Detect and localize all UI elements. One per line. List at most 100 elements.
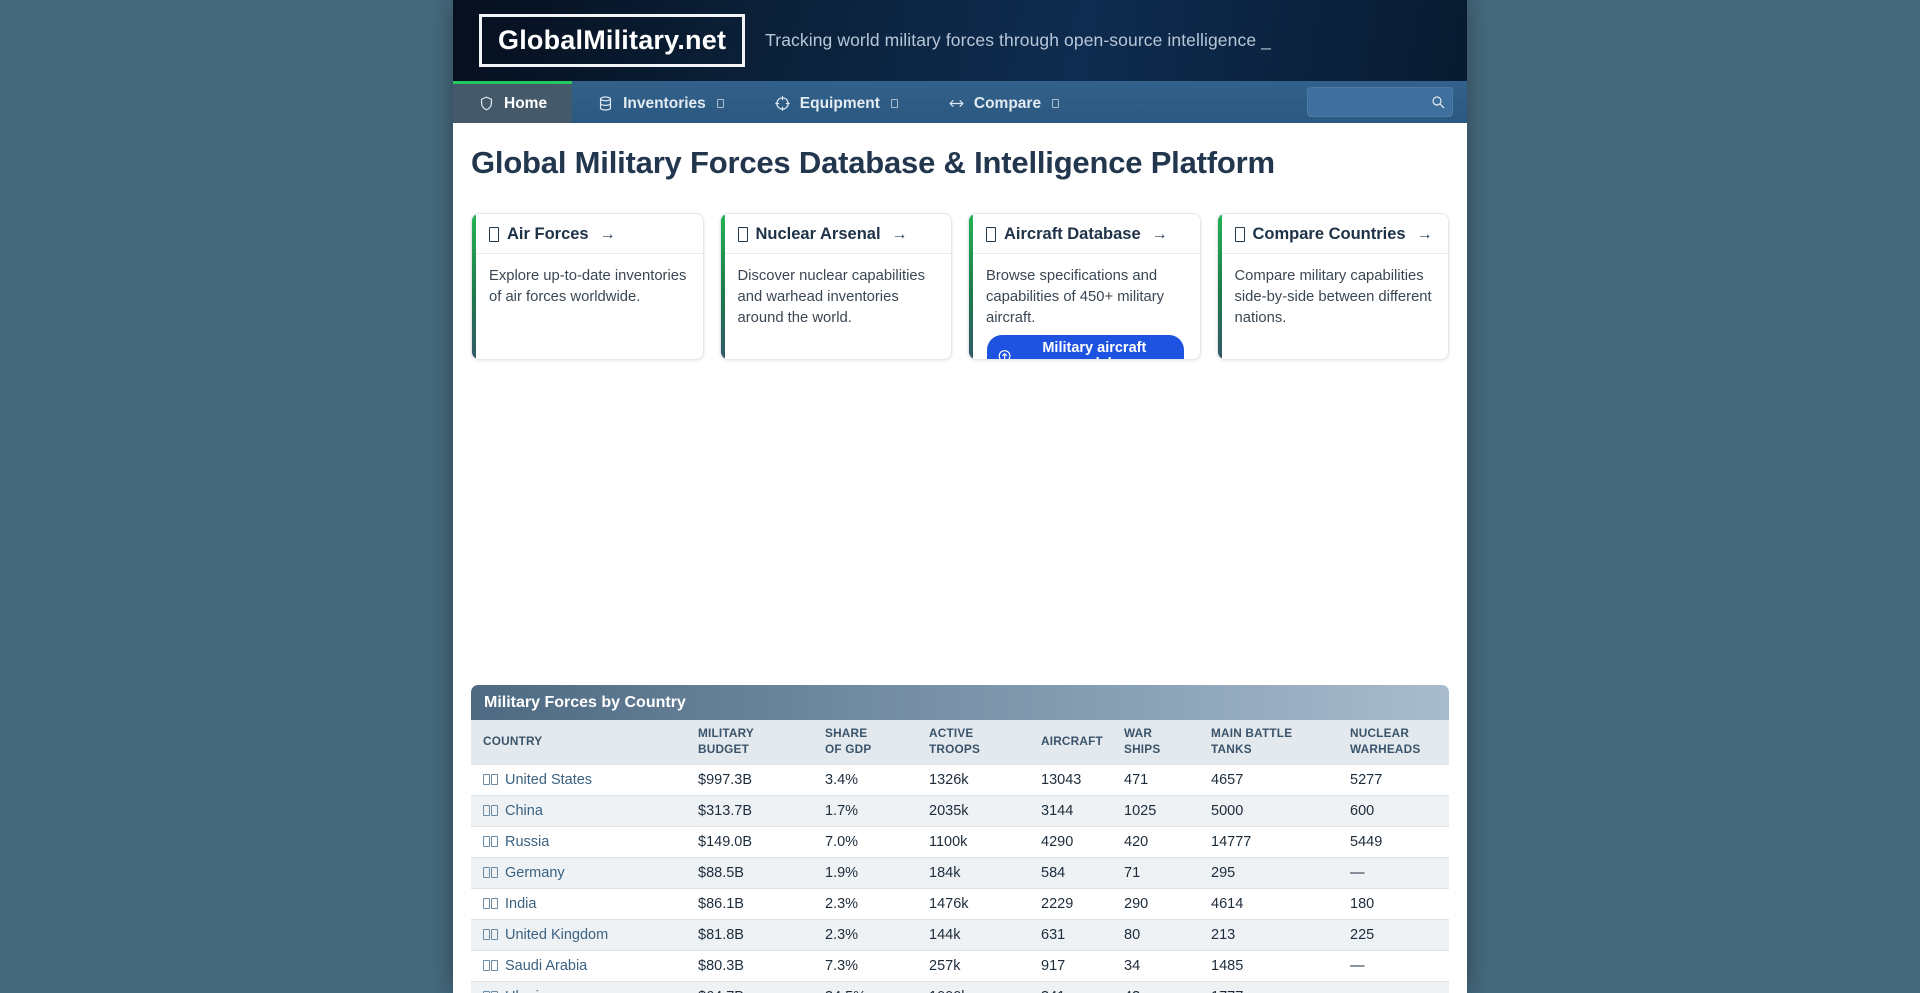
country-link[interactable]: Germany — [505, 865, 565, 881]
gdp-cell: 2.3% — [813, 888, 917, 919]
missing-glyph-icon — [738, 227, 748, 242]
budget-cell: $80.3B — [686, 950, 813, 981]
warheads-link[interactable]: 5449 — [1338, 826, 1449, 857]
ships-link[interactable]: 471 — [1112, 764, 1199, 795]
card-title-text: Compare Countries — [1253, 225, 1406, 244]
ships-link[interactable]: 34 — [1112, 950, 1199, 981]
column-header-share-of-gdp: SHARE OF GDP — [813, 720, 917, 764]
troops-cell: 2035k — [917, 795, 1029, 826]
budget-cell: $86.1B — [686, 888, 813, 919]
budget-cell: $149.0B — [686, 826, 813, 857]
warheads-cell: — — [1338, 857, 1449, 888]
column-header-nuclear-warheads: NUCLEAR WARHEADS — [1338, 720, 1449, 764]
table-row: Russia$149.0B7.0%1100k4290420147775449 — [471, 826, 1449, 857]
card-body-text: Browse specifications and capabilities o… — [986, 268, 1164, 326]
troops-cell: 1476k — [917, 888, 1029, 919]
nav-search — [1307, 87, 1453, 117]
ships-link[interactable]: 71 — [1112, 857, 1199, 888]
card-body-text: Explore up-to-date inventories of air fo… — [472, 254, 703, 308]
nav-item-compare[interactable]: Compare — [923, 81, 1084, 123]
nav-item-equipment[interactable]: Equipment — [749, 81, 923, 123]
nav-item-inventories[interactable]: Inventories — [572, 81, 749, 123]
warheads-link[interactable]: 600 — [1338, 795, 1449, 826]
country-link[interactable]: Ukraine — [505, 989, 555, 993]
column-header-country: COUNTRY — [471, 720, 686, 764]
ships-link[interactable]: 290 — [1112, 888, 1199, 919]
nav-item-home[interactable]: Home — [453, 81, 572, 123]
gdp-cell: 1.7% — [813, 795, 917, 826]
warheads-cell: — — [1338, 981, 1449, 993]
country-cell: Ukraine — [471, 981, 686, 993]
military-forces-table-section: Military Forces by Country COUNTRY MILIT… — [471, 685, 1449, 993]
country-link[interactable]: China — [505, 803, 543, 819]
troops-cell: 257k — [917, 950, 1029, 981]
feature-cards: Air Forces → Explore up-to-date inventor… — [471, 213, 1449, 360]
arrow-right-icon: → — [1417, 226, 1433, 244]
country-link[interactable]: Saudi Arabia — [505, 958, 587, 974]
gdp-cell: 2.3% — [813, 919, 917, 950]
nav-item-label: Equipment — [800, 95, 880, 113]
country-link[interactable]: United States — [505, 772, 592, 788]
card-compare-countries-link[interactable]: Compare Countries → — [1218, 214, 1449, 254]
flag-icon — [483, 805, 498, 816]
search-icon[interactable] — [1430, 94, 1446, 110]
card-title-text: Air Forces — [507, 225, 589, 244]
ships-link[interactable]: 80 — [1112, 919, 1199, 950]
country-cell: Germany — [471, 857, 686, 888]
budget-cell: $997.3B — [686, 764, 813, 795]
missing-glyph-icon — [1235, 227, 1245, 242]
troops-cell: 184k — [917, 857, 1029, 888]
card-nuclear-arsenal-link[interactable]: Nuclear Arsenal → — [721, 214, 952, 254]
site-logo[interactable]: GlobalMilitary.net — [479, 14, 745, 67]
tanks-cell: 14777 — [1199, 826, 1338, 857]
nav-item-label: Compare — [974, 95, 1041, 113]
tanks-cell: 5000 — [1199, 795, 1338, 826]
card-aircraft-database: Aircraft Database → Browse specification… — [968, 213, 1201, 360]
aircraft-link[interactable]: 4290 — [1029, 826, 1112, 857]
warheads-link[interactable]: 225 — [1338, 919, 1449, 950]
card-air-forces: Air Forces → Explore up-to-date inventor… — [471, 213, 704, 360]
tanks-cell: 1777 — [1199, 981, 1338, 993]
budget-cell: $313.7B — [686, 795, 813, 826]
aircraft-link[interactable]: 2229 — [1029, 888, 1112, 919]
arrow-right-icon: → — [1152, 226, 1168, 244]
main-content: Global Military Forces Database & Intell… — [453, 123, 1467, 993]
aircraft-link[interactable]: 631 — [1029, 919, 1112, 950]
ships-link[interactable]: 43 — [1112, 981, 1199, 993]
dropdown-indicator-icon — [717, 99, 724, 108]
button-label: Military aircraft models — [1019, 340, 1169, 360]
site-header: GlobalMilitary.net Tracking world milita… — [453, 0, 1467, 81]
warheads-link[interactable]: 5277 — [1338, 764, 1449, 795]
country-cell: Russia — [471, 826, 686, 857]
card-air-forces-link[interactable]: Air Forces → — [472, 214, 703, 254]
shield-icon — [478, 95, 495, 112]
country-link[interactable]: Russia — [505, 834, 549, 850]
card-title-text: Aircraft Database — [1004, 225, 1141, 244]
card-aircraft-database-link[interactable]: Aircraft Database → — [969, 214, 1200, 254]
arrow-right-icon: → — [892, 226, 908, 244]
aircraft-link[interactable]: 3144 — [1029, 795, 1112, 826]
dropdown-indicator-icon — [1052, 99, 1059, 108]
country-link[interactable]: India — [505, 896, 536, 912]
military-aircraft-models-button[interactable]: Military aircraft models — [987, 335, 1184, 360]
ships-link[interactable]: 1025 — [1112, 795, 1199, 826]
warheads-link[interactable]: 180 — [1338, 888, 1449, 919]
dropdown-indicator-icon — [891, 99, 898, 108]
table-row: China $313.7B1.7%2035k314410255000600 — [471, 795, 1449, 826]
column-header-war-ships: WAR SHIPS — [1112, 720, 1199, 764]
aircraft-link[interactable]: 917 — [1029, 950, 1112, 981]
aircraft-link[interactable]: 341 — [1029, 981, 1112, 993]
ships-link[interactable]: 420 — [1112, 826, 1199, 857]
compare-arrows-icon — [948, 95, 965, 112]
arrow-right-icon: → — [600, 226, 616, 244]
aircraft-link[interactable]: 584 — [1029, 857, 1112, 888]
missing-glyph-icon — [489, 227, 499, 242]
military-forces-table: COUNTRY MILITARY BUDGET SHARE OF GDP ACT… — [471, 720, 1449, 993]
table-row: India$86.1B2.3%1476k22292904614180 — [471, 888, 1449, 919]
country-link[interactable]: United Kingdom — [505, 927, 608, 943]
country-cell: India — [471, 888, 686, 919]
troops-cell: 1100k — [917, 826, 1029, 857]
table-header-row: COUNTRY MILITARY BUDGET SHARE OF GDP ACT… — [471, 720, 1449, 764]
card-title-text: Nuclear Arsenal — [756, 225, 881, 244]
aircraft-link[interactable]: 13043 — [1029, 764, 1112, 795]
